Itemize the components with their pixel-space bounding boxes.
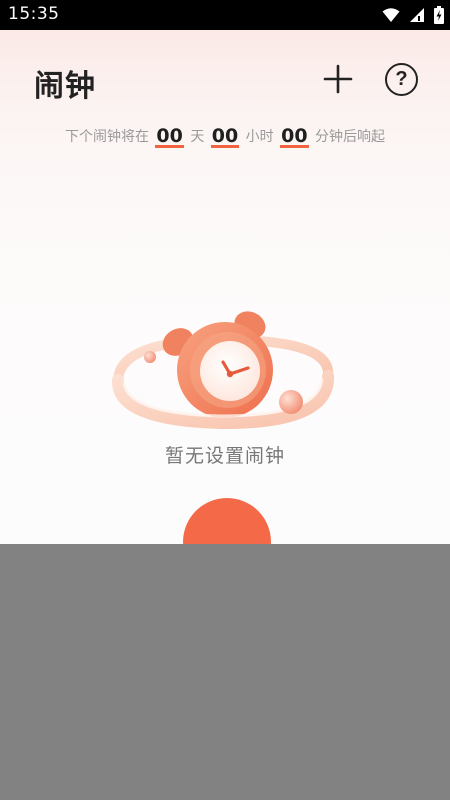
countdown-prefix: 下个闹钟将在 — [64, 129, 149, 145]
empty-state-message: 暂无设置闹钟 — [164, 445, 285, 467]
countdown-minutes-unit: 分钟后响起 — [315, 129, 386, 145]
status-time: 15:35 — [8, 4, 60, 24]
status-bar: 15:35 — [0, 0, 450, 30]
dim-overlay[interactable] — [0, 544, 450, 800]
alarm-clock-illustration — [112, 311, 334, 430]
wifi-icon — [382, 8, 400, 22]
alarm-screen: 闹钟 ? 下个闹钟将在 00 天 00 小时 00 分钟后响起 暂无设置闹钟 — [0, 30, 450, 544]
status-icons — [382, 6, 444, 24]
page-title: 闹钟 — [34, 69, 96, 104]
countdown-hours-unit: 小时 — [245, 129, 274, 145]
countdown-days: 00 — [155, 125, 184, 148]
next-alarm-countdown: 下个闹钟将在 00 天 00 小时 00 分钟后响起 — [0, 126, 450, 148]
help-icon: ? — [395, 68, 408, 90]
add-alarm-icon-button[interactable] — [320, 61, 356, 97]
countdown-minutes: 00 — [280, 125, 309, 148]
help-button[interactable]: ? — [385, 63, 418, 96]
plus-icon — [323, 64, 353, 94]
signal-icon — [410, 8, 424, 22]
countdown-hours: 00 — [210, 125, 240, 148]
battery-charging-icon — [434, 6, 444, 24]
countdown-days-unit: 天 — [190, 129, 205, 145]
